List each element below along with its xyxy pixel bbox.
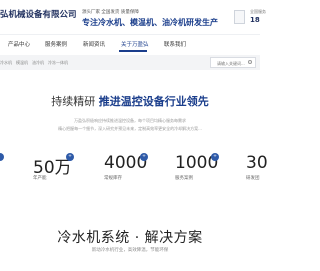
main-nav: 产品中心 服务案例 新闻资讯 关于万盈弘 联系我们	[0, 34, 260, 53]
hero-headline-light: 持续精研	[51, 95, 96, 108]
nav-item-products[interactable]: 产品中心	[8, 40, 30, 48]
stat-label: 常规库存	[104, 176, 122, 181]
stat-value: 30	[246, 153, 268, 173]
stat-label: 年产能	[33, 176, 47, 181]
sub-bar: 冷水机 模温机 油冷机 冷冻一体机	[0, 55, 260, 70]
section-title: 冷水机系统 · 解决方案	[57, 230, 203, 246]
nav-item-about[interactable]: 关于万盈弘	[121, 40, 149, 48]
product-keywords[interactable]: 冷水机 模温机 油冷机 冷冻一体机	[0, 60, 68, 66]
stat-label: 研发团	[246, 176, 260, 181]
hero-desc-line-2: 精心把握每一个细节，深入研究并预见未来，定制高效率更安全的冷却解决方案...	[58, 126, 202, 131]
stat-badge-icon: +	[140, 153, 148, 161]
hotline-label: 全国服务	[250, 9, 266, 14]
phone-icon	[234, 10, 245, 24]
site-header: 弘机械设备有限公司 源头厂家 全国发货 质量保障 专注冷水机、模温机、油冷机研发…	[0, 0, 266, 34]
nav-item-contact[interactable]: 联系我们	[164, 40, 186, 48]
stat-label: 服务案例	[175, 176, 193, 181]
nav-item-news[interactable]: 新闻资讯	[83, 40, 105, 48]
hero-headline: 持续精研 推进温控设备行业领先	[0, 93, 260, 109]
hero-headline-bold: 推进温控设备行业领先	[98, 95, 209, 108]
hero-desc-line-1: 万盈弘积极响应持续推进温控设备，每个项目均精心服务每需求	[74, 118, 186, 123]
stat-badge-icon: +	[211, 153, 219, 161]
stat-badge-icon	[0, 153, 4, 161]
header-tagline-small: 源头厂家 全国发货 质量保障	[82, 10, 139, 15]
search-icon[interactable]	[248, 60, 252, 64]
stat-badge-icon: +	[66, 153, 74, 161]
section-subtitle: 新动冷水机行业，高效降温，节能环保	[91, 248, 169, 253]
nav-item-cases[interactable]: 服务案例	[45, 40, 67, 48]
hotline-number: 18	[250, 16, 260, 24]
company-logo-text[interactable]: 弘机械设备有限公司	[0, 8, 77, 20]
header-tagline: 专注冷水机、模温机、油冷机研发生产	[82, 18, 218, 27]
nav-active-indicator	[119, 50, 147, 52]
